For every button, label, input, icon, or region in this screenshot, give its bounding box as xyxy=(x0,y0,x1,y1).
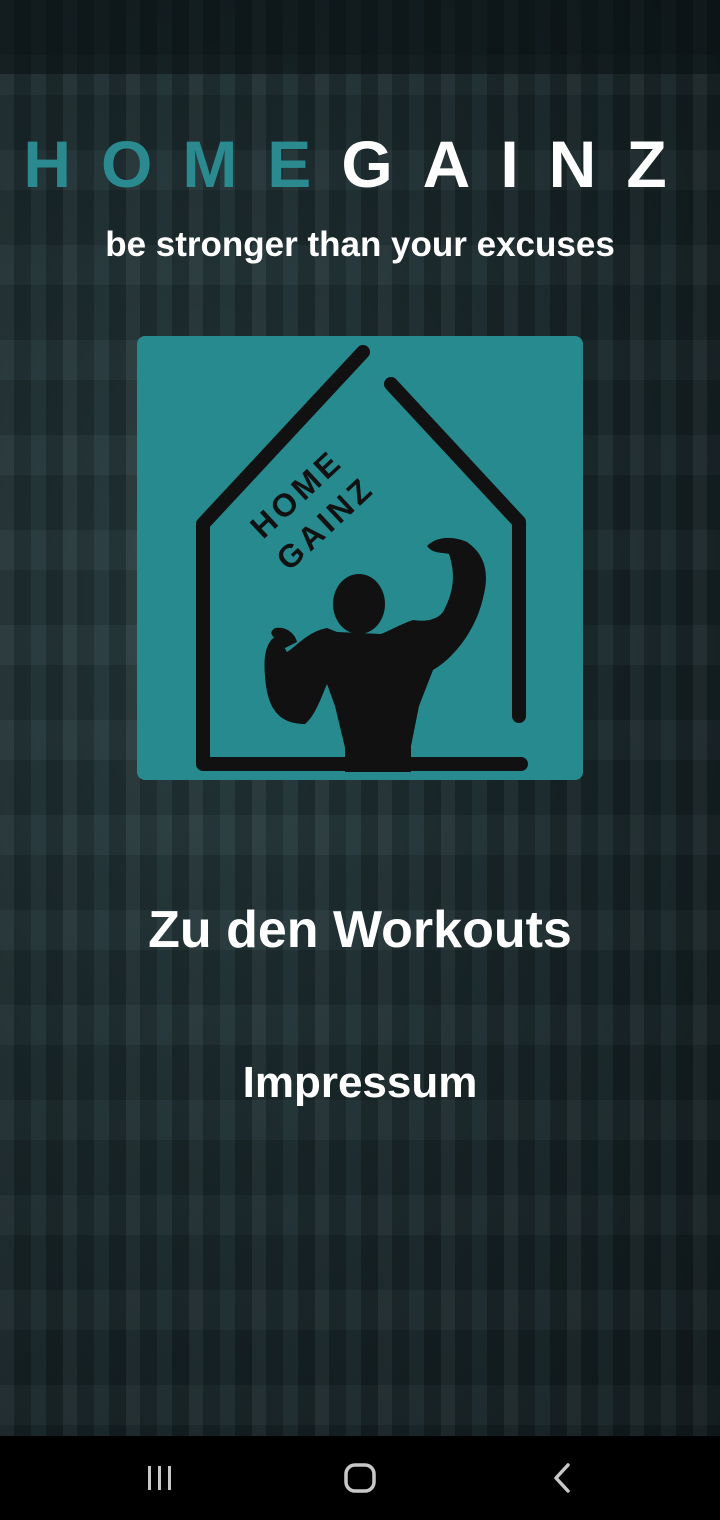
home-icon xyxy=(344,1463,376,1493)
app-title-gainz: GAINZ xyxy=(341,127,697,201)
recent-apps-button[interactable] xyxy=(130,1454,190,1502)
workouts-button[interactable]: Zu den Workouts xyxy=(0,898,720,962)
home-button[interactable] xyxy=(330,1454,390,1502)
app-title: HOMEGAINZ xyxy=(0,128,720,200)
back-button[interactable] xyxy=(532,1454,592,1502)
home-screen: HOMEGAINZ be stronger than your excuses … xyxy=(0,0,720,1520)
house-bodybuilder-logo-icon: HOME GAINZ xyxy=(196,345,528,772)
impressum-button[interactable]: Impressum xyxy=(0,1056,720,1110)
app-title-home: HOME xyxy=(23,127,342,201)
tagline: be stronger than your excuses xyxy=(105,225,615,264)
back-icon xyxy=(554,1463,570,1493)
navigation-bar xyxy=(0,1436,720,1520)
logo-image: HOME GAINZ xyxy=(137,336,583,780)
status-bar xyxy=(0,0,720,74)
recent-apps-icon xyxy=(148,1466,171,1490)
